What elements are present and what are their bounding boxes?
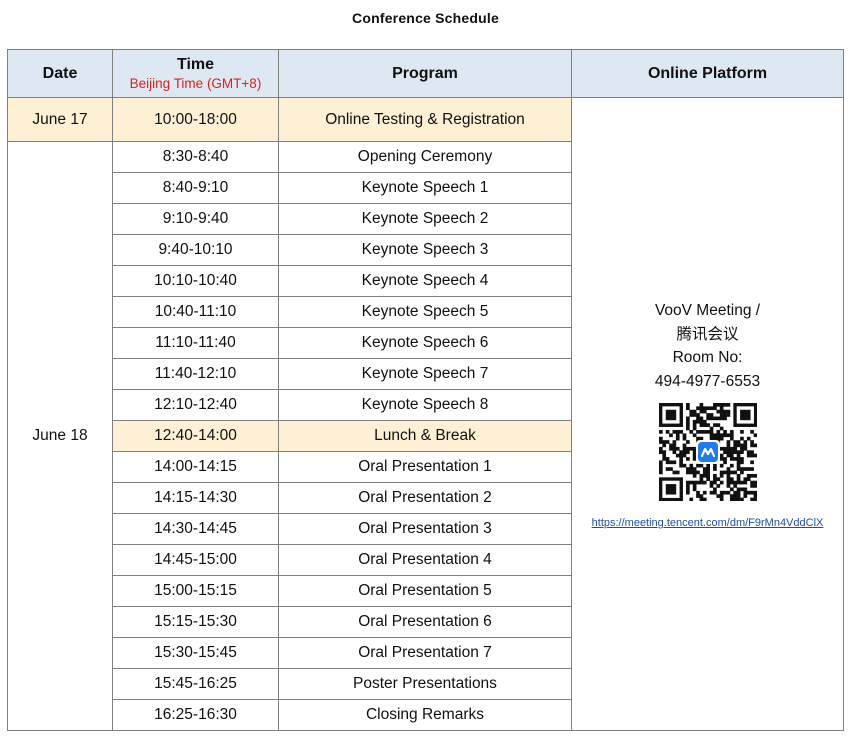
header-program: Program <box>278 49 572 98</box>
program-cell: Online Testing & Registration <box>278 97 572 142</box>
program-cell: Oral Presentation 2 <box>278 482 572 514</box>
header-time-subtitle: Beijing Time (GMT+8) <box>129 76 262 91</box>
program-cell: Oral Presentation 1 <box>278 451 572 483</box>
program-cell: Keynote Speech 6 <box>278 327 572 359</box>
table-row: June 17 10:00-18:00 Online Testing & Reg… <box>7 97 844 731</box>
program-cell: Lunch & Break <box>278 420 572 452</box>
date-cell-june18: June 18 <box>7 141 113 731</box>
voov-logo-icon <box>695 440 720 464</box>
program-cell: Oral Presentation 4 <box>278 544 572 576</box>
time-cell: 14:00-14:15 <box>112 451 279 483</box>
time-cell: 14:15-14:30 <box>112 482 279 514</box>
time-cell: 14:30-14:45 <box>112 513 279 545</box>
time-cell: 15:30-15:45 <box>112 637 279 669</box>
page-title: Conference Schedule <box>352 10 499 26</box>
time-cell: 9:10-9:40 <box>112 203 279 235</box>
header-time-label: Time <box>176 56 215 73</box>
time-cell: 11:40-12:10 <box>112 358 279 390</box>
program-cell: Keynote Speech 8 <box>278 389 572 421</box>
time-cell: 8:40-9:10 <box>112 172 279 204</box>
program-cell: Oral Presentation 3 <box>278 513 572 545</box>
room-label: Room No: <box>672 349 743 366</box>
time-cell: 12:40-14:00 <box>112 420 279 452</box>
program-cell: Oral Presentation 7 <box>278 637 572 669</box>
qr-code-icon[interactable] <box>658 403 757 501</box>
platform-name: VooV Meeting / <box>654 302 761 319</box>
time-cell: 10:40-11:10 <box>112 296 279 328</box>
meeting-link[interactable]: https://meeting.tencent.com/dm/F9rMn4Vdd… <box>592 517 824 529</box>
time-cell: 10:00-18:00 <box>112 97 279 142</box>
time-cell: 15:15-15:30 <box>112 606 279 638</box>
program-cell: Keynote Speech 5 <box>278 296 572 328</box>
header-time: Time Beijing Time (GMT+8) <box>112 49 279 98</box>
time-cell: 12:10-12:40 <box>112 389 279 421</box>
time-cell: 11:10-11:40 <box>112 327 279 359</box>
time-cell: 16:25-16:30 <box>112 699 279 731</box>
time-cell: 9:40-10:10 <box>112 234 279 266</box>
time-cell: 10:10-10:40 <box>112 265 279 297</box>
header-platform: Online Platform <box>571 49 844 98</box>
program-cell: Keynote Speech 1 <box>278 172 572 204</box>
header-date: Date <box>7 49 113 98</box>
time-cell: 15:00-15:15 <box>112 575 279 607</box>
room-number: 494-4977-6553 <box>654 372 761 390</box>
program-cell: Keynote Speech 3 <box>278 234 572 266</box>
program-cell: Keynote Speech 7 <box>278 358 572 390</box>
date-cell-june17: June 17 <box>7 97 113 142</box>
program-cell: Oral Presentation 6 <box>278 606 572 638</box>
program-cell: Keynote Speech 4 <box>278 265 572 297</box>
header-row: Date Time Beijing Time (GMT+8) Program O… <box>7 49 844 98</box>
time-cell: 14:45-15:00 <box>112 544 279 576</box>
program-cell: Oral Presentation 5 <box>278 575 572 607</box>
time-cell: 8:30-8:40 <box>112 141 279 173</box>
program-cell: Poster Presentations <box>278 668 572 700</box>
program-cell: Opening Ceremony <box>278 141 572 173</box>
time-cell: 15:45-16:25 <box>112 668 279 700</box>
program-cell: Closing Remarks <box>278 699 572 731</box>
online-platform-cell: VooV Meeting / 腾讯会议 Room No: 494-4977-65… <box>571 97 844 731</box>
platform-name-chinese: 腾讯会议 <box>676 325 739 343</box>
schedule-table: Date Time Beijing Time (GMT+8) Program O… <box>7 49 844 731</box>
program-cell: Keynote Speech 2 <box>278 203 572 235</box>
